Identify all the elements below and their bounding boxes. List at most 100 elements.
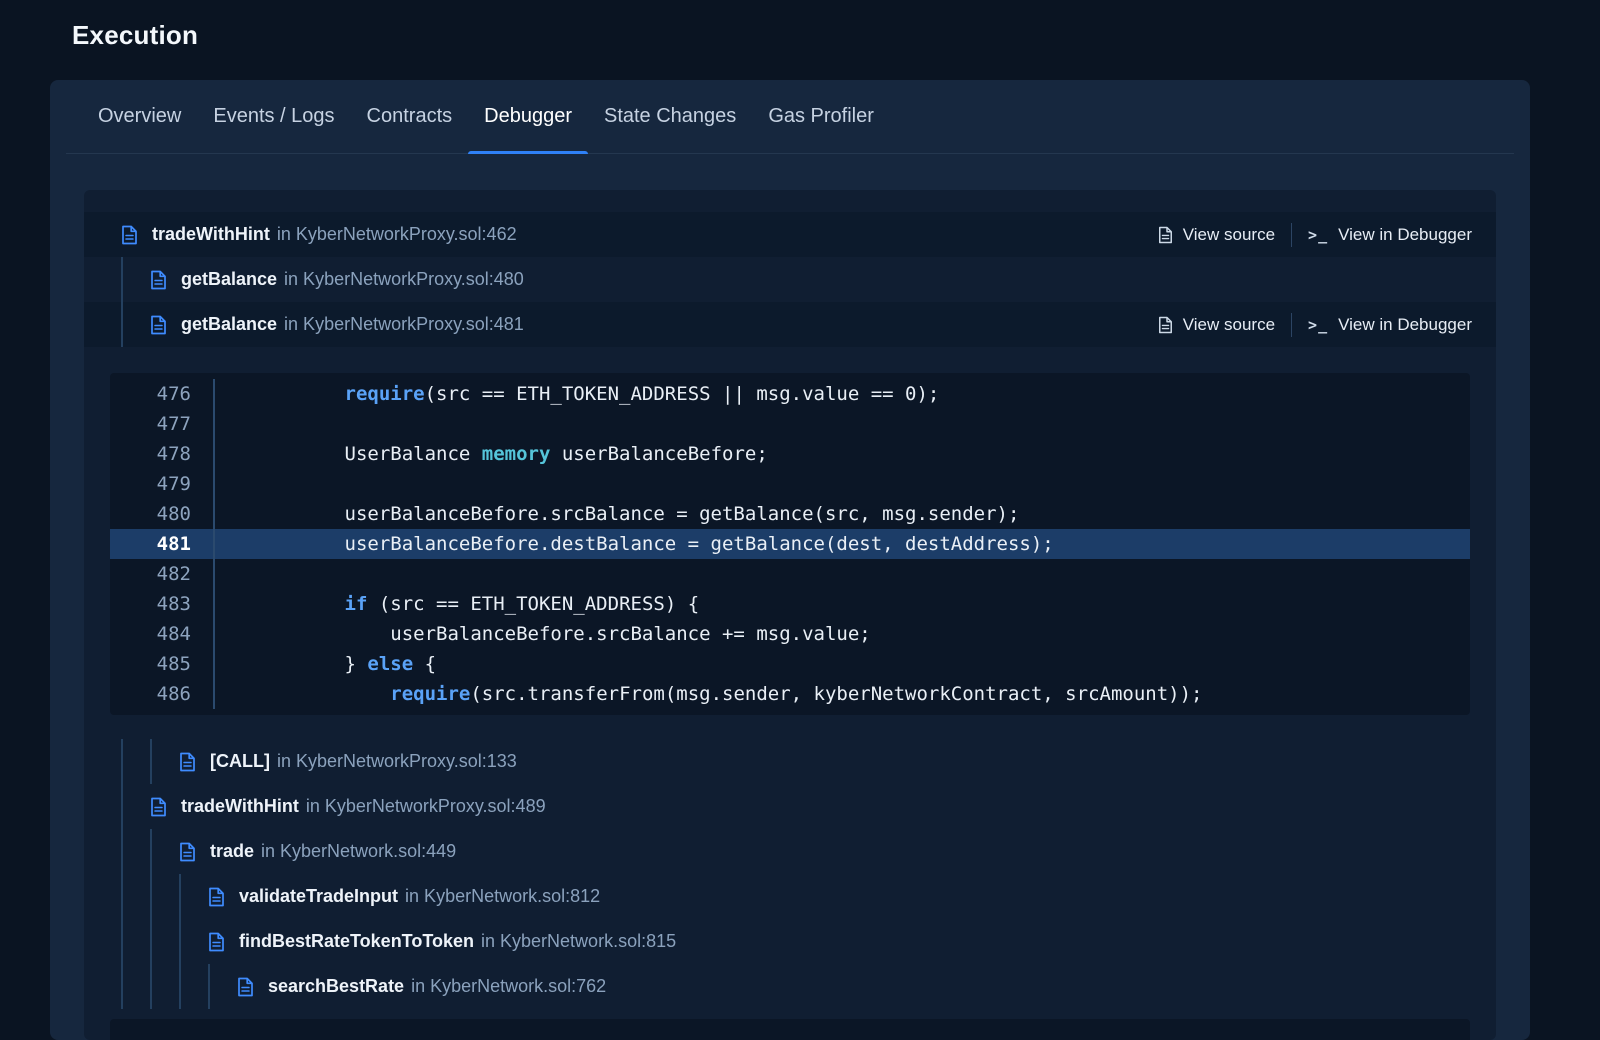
code-text: require(src == ETH_TOKEN_ADDRESS || msg.… (215, 379, 939, 409)
line-number: 478 (110, 439, 215, 469)
indent-guide (179, 964, 208, 1009)
indent-guide (121, 739, 150, 784)
row-actions: View source >_ View in Debugger (1158, 223, 1472, 247)
trace-row-tradewithhint[interactable]: tradeWithHintin KyberNetworkProxy.sol:46… (84, 212, 1496, 257)
view-in-debugger-button[interactable]: >_View in Debugger (1308, 315, 1472, 335)
indent-guide (121, 784, 150, 829)
document-icon (1158, 316, 1173, 334)
function-name: validateTradeInput (239, 886, 398, 907)
tab-label: Events / Logs (213, 105, 334, 128)
view-in-debugger-button[interactable]: >_ View in Debugger (1308, 225, 1472, 245)
tab-overview[interactable]: Overview (82, 80, 197, 153)
view-source-button[interactable]: View source (1158, 225, 1275, 245)
trace-row-findbestratetokentotoken[interactable]: findBestRateTokenToTokenin KyberNetwork.… (84, 919, 1496, 964)
tab-gas-profiler[interactable]: Gas Profiler (752, 80, 890, 153)
function-name: findBestRateTokenToToken (239, 931, 474, 952)
line-number: 476 (110, 379, 215, 409)
call-trace-bottom: [CALL] in KyberNetworkProxy.sol:133 tradeW… (84, 739, 1496, 1009)
file-icon (237, 977, 255, 997)
tab-events-logs[interactable]: Events / Logs (197, 80, 350, 153)
function-name: [CALL] (210, 751, 270, 772)
terminal-icon: >_ (1308, 226, 1328, 244)
code-text (215, 559, 253, 589)
trace-row-validatetradeinput[interactable]: validateTradeInput in KyberNetwork.sol:81… (84, 874, 1496, 919)
tab-label: Debugger (484, 105, 572, 128)
source-location: in KyberNetwork.sol:812 (405, 886, 600, 907)
function-name: searchBestRate (268, 976, 404, 997)
indent-guide (121, 874, 150, 919)
indent-guide (150, 919, 179, 964)
trace-row-call[interactable]: [CALL] in KyberNetworkProxy.sol:133 (84, 739, 1496, 784)
line-number: 477 (110, 409, 215, 439)
view-in-debugger-label: View in Debugger (1338, 315, 1472, 335)
code-line: 480 userBalanceBefore.srcBalance = getBa… (110, 499, 1470, 529)
source-location: in KyberNetworkProxy.sol:489 (306, 796, 546, 817)
code-line: 478 UserBalance memory userBalanceBefore… (110, 439, 1470, 469)
code-text: userBalanceBefore.destBalance = getBalan… (215, 529, 1054, 559)
code-text: if (src == ETH_TOKEN_ADDRESS) { (215, 589, 699, 619)
code-text: require(src.transferFrom(msg.sender, kyb… (215, 679, 1202, 709)
code-text: UserBalance memory userBalanceBefore; (215, 439, 768, 469)
indent-guide (121, 919, 150, 964)
file-icon (179, 842, 197, 862)
debugger-panel: tradeWithHint in KyberNetworkProxy.sol:46… (84, 190, 1496, 1040)
file-icon (150, 797, 168, 817)
call-trace-top: tradeWithHintin KyberNetworkProxy.sol:46… (84, 190, 1496, 347)
trace-row-getbalance[interactable]: getBalance in KyberNetworkProxy.sol:480 (84, 257, 1496, 302)
file-icon (208, 887, 226, 907)
tab-debugger[interactable]: Debugger (468, 80, 588, 153)
tab-label: Contracts (367, 105, 453, 128)
source-location: in KyberNetworkProxy.sol:481 (284, 314, 524, 335)
line-number: 483 (110, 589, 215, 619)
line-number: 480 (110, 499, 215, 529)
view-source-label: View source (1183, 225, 1275, 245)
file-icon (208, 932, 226, 952)
source-location: in KyberNetwork.sol:449 (261, 841, 456, 862)
code-viewer: 476 require(src == ETH_TOKEN_ADDRESS || … (110, 373, 1470, 715)
code-viewer-next (110, 1019, 1470, 1040)
tab-state-changes[interactable]: State Changes (588, 80, 752, 153)
code-line: 486 require(src.transferFrom(msg.sender,… (110, 679, 1470, 709)
trace-row-searchbestrate[interactable]: searchBestRate in KyberNetwork.sol:762 (84, 964, 1496, 1009)
function-name: tradeWithHint (181, 796, 299, 817)
row-actions: View source >_View in Debugger (1158, 313, 1472, 337)
tab-label: Gas Profiler (768, 105, 874, 128)
indent-guide (121, 302, 150, 347)
function-name: trade (210, 841, 254, 862)
function-name: getBalance (181, 269, 277, 290)
tab-contracts[interactable]: Contracts (351, 80, 469, 153)
code-text: } else { (215, 649, 436, 679)
view-source-button[interactable]: View source (1158, 315, 1275, 335)
trace-row-trade[interactable]: trade in KyberNetwork.sol:449 (84, 829, 1496, 874)
code-line: 476 require(src == ETH_TOKEN_ADDRESS || … (110, 379, 1470, 409)
source-location: in KyberNetworkProxy.sol:462 (277, 224, 517, 245)
trace-row-tradewithhint[interactable]: tradeWithHint in KyberNetworkProxy.sol:48… (84, 784, 1496, 829)
line-number: 482 (110, 559, 215, 589)
trace-row-getbalance[interactable]: getBalancein KyberNetworkProxy.sol:481Vi… (84, 302, 1496, 347)
source-location: in KyberNetworkProxy.sol:480 (284, 269, 524, 290)
page-title: Execution (72, 20, 198, 51)
file-icon (150, 270, 168, 290)
code-line: 483 if (src == ETH_TOKEN_ADDRESS) { (110, 589, 1470, 619)
indent-guide (150, 829, 179, 874)
indent-guide (150, 739, 179, 784)
indent-guide (179, 919, 208, 964)
tab-bar: Overview Events / Logs Contracts Debugger St… (66, 80, 1514, 154)
code-text (215, 469, 253, 499)
source-location: in KyberNetworkProxy.sol:133 (277, 751, 517, 772)
actions-divider (1291, 313, 1292, 337)
file-icon (150, 315, 168, 335)
actions-divider (1291, 223, 1292, 247)
code-line-active: 481 userBalanceBefore.destBalance = getB… (110, 529, 1470, 559)
source-location: in KyberNetwork.sol:762 (411, 976, 606, 997)
indent-guide (179, 874, 208, 919)
file-icon (121, 225, 139, 245)
indent-guide (150, 874, 179, 919)
indent-guide (208, 964, 237, 1009)
code-line: 485 } else { (110, 649, 1470, 679)
view-source-label: View source (1183, 315, 1275, 335)
indent-guide (150, 964, 179, 1009)
view-in-debugger-label: View in Debugger (1338, 225, 1472, 245)
line-number: 486 (110, 679, 215, 709)
document-icon (1158, 226, 1173, 244)
